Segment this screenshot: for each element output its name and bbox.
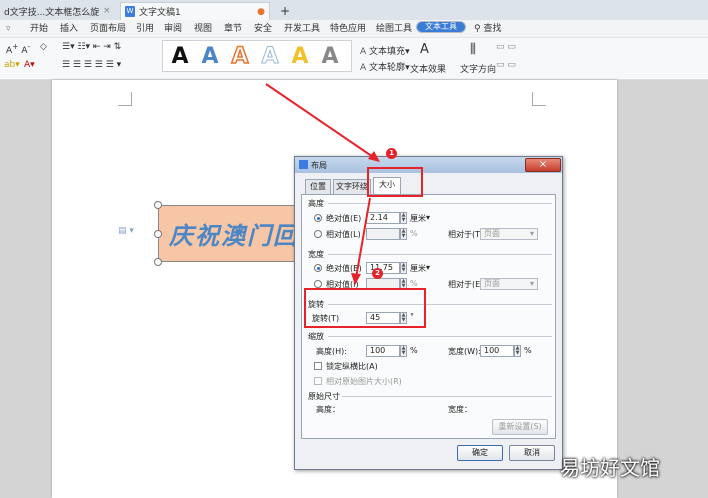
step-badge-2: 2 (372, 268, 383, 279)
watermark: 易坊好文馆 (560, 456, 660, 480)
arrow-head-2 (351, 273, 361, 285)
arrow-2 (355, 197, 371, 279)
arrow-head-1 (368, 151, 380, 162)
highlight-rotate (304, 288, 426, 328)
annotation-arrows (265, 83, 380, 285)
highlight-size-tab (367, 167, 423, 197)
arrow-1 (265, 83, 377, 160)
step-badge-1: 1 (386, 148, 397, 159)
